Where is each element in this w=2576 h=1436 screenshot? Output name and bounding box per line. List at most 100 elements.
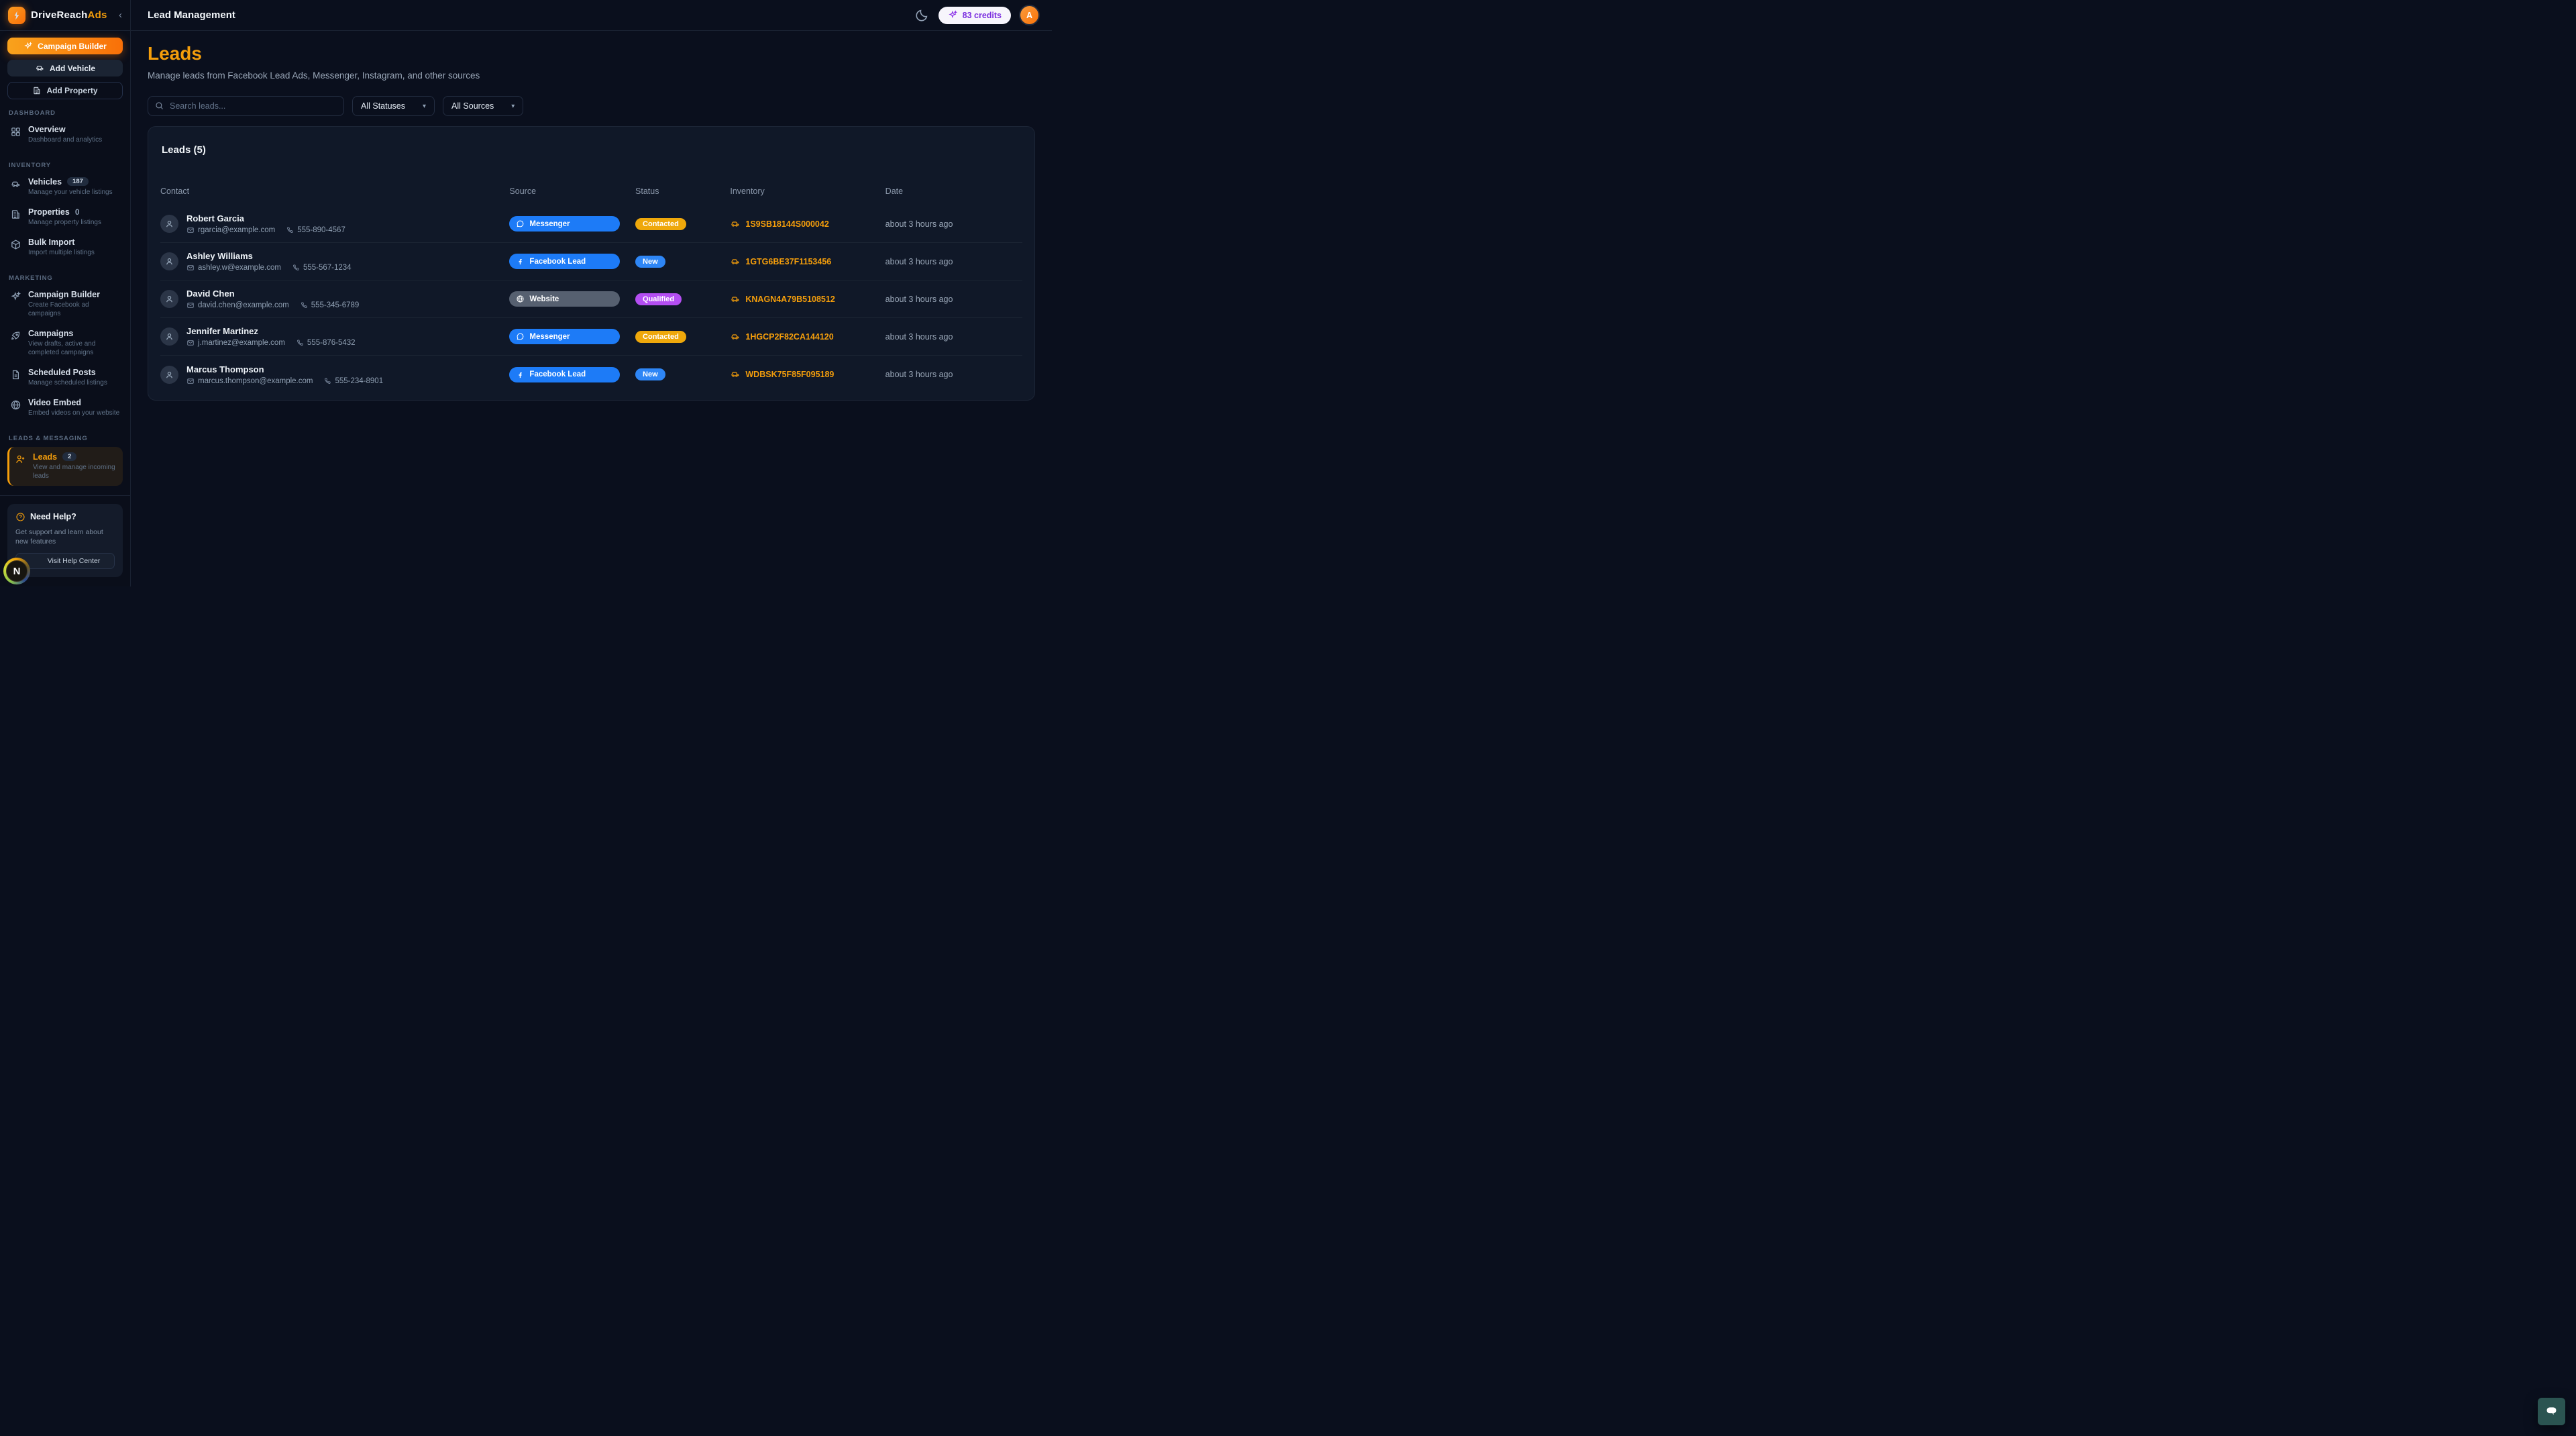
person-icon — [164, 219, 174, 229]
add-property-button[interactable]: Add Property — [7, 82, 123, 99]
user-plus-icon — [15, 454, 26, 480]
lead-email: rgarcia@example.com — [198, 226, 275, 234]
car-icon — [730, 331, 741, 342]
phone-icon — [296, 339, 304, 347]
sidebar-item-campaign-builder[interactable]: Campaign Builder Create Facebook ad camp… — [7, 287, 123, 321]
sidebar: DriveReachAds ‹ Campaign Builder Add Veh… — [0, 0, 131, 586]
chevron-down-icon: ▾ — [511, 103, 515, 110]
n-logo-badge[interactable]: N — [3, 558, 30, 584]
credits-label: 83 credits — [963, 11, 1002, 20]
help-card: Need Help? Get support and learn about n… — [7, 504, 123, 577]
sidebar-item-leads[interactable]: Leads 2 View and manage incoming leads — [7, 447, 123, 486]
help-text: Get support and learn about new features — [15, 527, 115, 546]
lead-email: david.chen@example.com — [198, 301, 289, 309]
inventory-link[interactable]: 1HGCP2F82CA144120 — [730, 331, 885, 342]
source-pill-messenger: Messenger — [509, 216, 620, 232]
status-badge: New — [635, 368, 665, 380]
chat-bubble-icon — [2544, 1404, 2559, 1419]
sidebar-item-overview[interactable]: Overview Dashboard and analytics — [7, 121, 123, 148]
messenger-icon — [516, 332, 525, 341]
inventory-link[interactable]: 1S9SB18144S000042 — [730, 219, 885, 229]
section-label-dashboard: DASHBOARD — [9, 109, 121, 117]
lead-email: ashley.w@example.com — [198, 264, 281, 272]
sidebar-item-video-embed[interactable]: Video Embed Embed videos on your website — [7, 395, 123, 421]
table-row[interactable]: Ashley Williams ashley.w@example.com 555… — [160, 243, 1022, 280]
help-circle-icon — [15, 512, 25, 522]
building-icon — [32, 86, 42, 95]
column-header-inventory: Inventory — [730, 187, 885, 196]
source-pill-website: Website — [509, 291, 620, 307]
sidebar-item-scheduled-posts[interactable]: Scheduled Posts Manage scheduled listing… — [7, 364, 123, 391]
car-icon — [730, 294, 741, 305]
source-pill-facebook-lead: Facebook Lead — [509, 254, 620, 269]
inventory-link[interactable]: WDBSK75F85F095189 — [730, 369, 885, 380]
sparkles-icon — [10, 291, 21, 318]
lead-phone: 555-567-1234 — [303, 264, 352, 272]
lead-date: about 3 hours ago — [885, 332, 1022, 342]
lead-date: about 3 hours ago — [885, 370, 1022, 379]
lead-name: Robert Garcia — [186, 213, 345, 223]
person-icon — [164, 256, 174, 266]
sidebar-item-properties[interactable]: Properties 0 Manage property listings — [7, 204, 123, 230]
table-row[interactable]: Jennifer Martinez j.martinez@example.com… — [160, 318, 1022, 356]
sidebar-collapse-icon[interactable]: ‹ — [119, 9, 122, 21]
credits-pill[interactable]: 83 credits — [938, 7, 1011, 24]
globe-icon — [10, 399, 21, 417]
status-filter-select[interactable]: All Statuses▾ — [352, 96, 435, 116]
package-icon — [10, 239, 21, 257]
lead-phone: 555-876-5432 — [307, 339, 356, 347]
lead-date: about 3 hours ago — [885, 295, 1022, 304]
visit-help-center-button[interactable]: Visit Help Center — [15, 553, 115, 569]
properties-count: 0 — [75, 207, 80, 217]
phone-icon — [286, 226, 294, 234]
car-icon — [35, 63, 45, 73]
document-icon — [10, 369, 21, 387]
sidebar-item-campaigns[interactable]: Campaigns View drafts, active and comple… — [7, 325, 123, 360]
filters-row: All Statuses▾ All Sources▾ — [148, 96, 1035, 116]
app-root: DriveReachAds ‹ Campaign Builder Add Veh… — [0, 0, 1052, 586]
lead-name: Ashley Williams — [186, 251, 352, 261]
leads-card: Leads (5) Contact Source Status Inventor… — [148, 126, 1035, 401]
search-field — [148, 96, 344, 116]
lead-phone: 555-234-8901 — [335, 377, 383, 385]
source-filter-select[interactable]: All Sources▾ — [443, 96, 523, 116]
avatar — [160, 252, 178, 270]
sidebar-item-vehicles[interactable]: Vehicles 187 Manage your vehicle listing… — [7, 174, 123, 200]
facebook-icon — [516, 370, 525, 379]
lead-date: about 3 hours ago — [885, 257, 1022, 266]
column-header-status: Status — [635, 187, 730, 196]
search-icon — [154, 101, 164, 111]
lead-name: Jennifer Martinez — [186, 326, 356, 336]
page-title: Leads — [148, 43, 1035, 64]
table-row[interactable]: David Chen david.chen@example.com 555-34… — [160, 280, 1022, 318]
grid-icon — [10, 126, 21, 144]
top-bar: Lead Management 83 credits A — [131, 0, 1052, 31]
lead-phone: 555-890-4567 — [297, 226, 345, 234]
sidebar-item-bulk-import[interactable]: Bulk Import Import multiple listings — [7, 234, 123, 260]
phone-icon — [292, 264, 300, 272]
campaign-builder-button[interactable]: Campaign Builder — [7, 38, 123, 54]
dark-mode-toggle[interactable] — [914, 8, 929, 23]
user-avatar[interactable]: A — [1020, 6, 1038, 24]
source-pill-facebook-lead: Facebook Lead — [509, 367, 620, 382]
add-vehicle-button[interactable]: Add Vehicle — [7, 60, 123, 76]
status-badge: New — [635, 256, 665, 268]
avatar — [160, 290, 178, 308]
section-label-marketing: MARKETING — [9, 274, 121, 282]
mail-icon — [186, 264, 195, 272]
chat-widget-button[interactable] — [2538, 1398, 2565, 1425]
chevron-down-icon: ▾ — [423, 103, 426, 110]
car-icon — [730, 369, 741, 380]
main-area: Lead Management 83 credits A Leads Manag… — [131, 0, 1052, 586]
search-input[interactable] — [148, 96, 344, 116]
sparkles-icon — [948, 10, 958, 20]
car-icon — [730, 256, 741, 267]
inventory-link[interactable]: 1GTG6BE37F1153456 — [730, 256, 885, 267]
mail-icon — [186, 339, 195, 347]
table-row[interactable]: Robert Garcia rgarcia@example.com 555-89… — [160, 205, 1022, 243]
facebook-icon — [516, 257, 525, 266]
table-row[interactable]: Marcus Thompson marcus.thompson@example.… — [160, 356, 1022, 393]
page-content: Leads Manage leads from Facebook Lead Ad… — [131, 31, 1052, 586]
column-header-source: Source — [509, 187, 635, 196]
inventory-link[interactable]: KNAGN4A79B5108512 — [730, 294, 885, 305]
